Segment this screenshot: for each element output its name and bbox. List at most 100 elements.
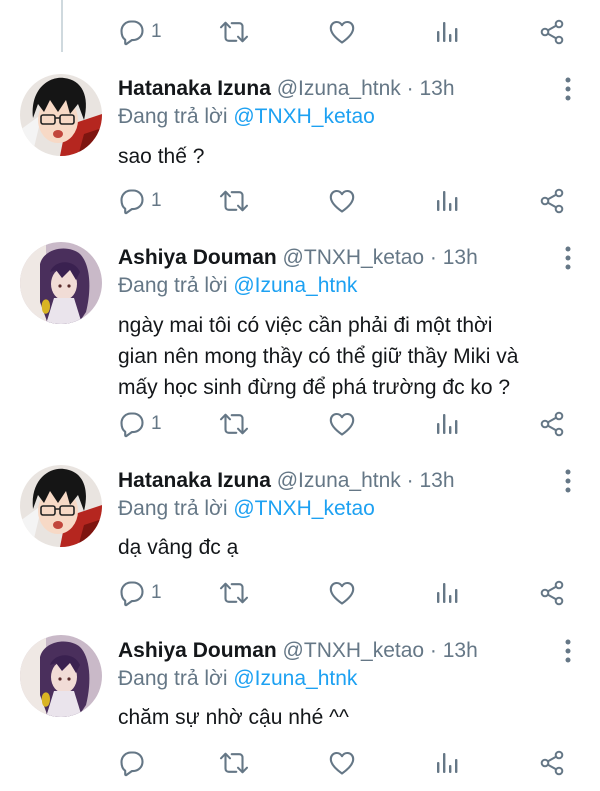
- share-button[interactable]: [538, 746, 566, 780]
- retweet-icon: [218, 187, 250, 215]
- analytics-icon: [433, 579, 461, 607]
- heart-icon: [328, 18, 356, 46]
- heart-icon: [328, 579, 356, 607]
- more-options-button[interactable]: [558, 466, 578, 496]
- mention-link[interactable]: @TNXH_ketao: [233, 497, 375, 520]
- reply-count: 1: [151, 413, 162, 434]
- share-button[interactable]: [538, 15, 566, 49]
- retweet-button[interactable]: [218, 184, 250, 218]
- more-options-button[interactable]: [558, 74, 578, 104]
- avatar[interactable]: [20, 465, 102, 547]
- share-icon: [538, 579, 566, 607]
- reply-icon: [118, 18, 146, 46]
- reply-button[interactable]: 1: [118, 407, 162, 441]
- tweet-text-line: gian nên mong thầy có thể giữ thầy Miki …: [118, 345, 519, 368]
- reply-button[interactable]: 1: [118, 15, 162, 49]
- reply-icon: [118, 187, 146, 215]
- handle-time: @Izuna_htnk · 13h: [276, 469, 455, 492]
- share-button[interactable]: [538, 407, 566, 441]
- retweet-button[interactable]: [218, 15, 250, 49]
- tweet-actions: 1: [0, 576, 600, 610]
- reply-icon: [118, 410, 146, 438]
- more-vertical-icon: [564, 467, 572, 495]
- analytics-button[interactable]: [433, 15, 461, 49]
- display-name[interactable]: Hatanaka Izuna: [118, 469, 271, 492]
- reply-button[interactable]: 1: [118, 184, 162, 218]
- tweet-actions: [0, 746, 600, 780]
- mention-link[interactable]: @Izuna_htnk: [233, 274, 357, 297]
- tweet-actions: 1: [0, 15, 600, 49]
- avatar[interactable]: [20, 242, 102, 324]
- more-vertical-icon: [564, 75, 572, 103]
- reply-count: 1: [151, 190, 162, 211]
- like-button[interactable]: [328, 746, 356, 780]
- tweet-header: Ashiya Douman @TNXH_ketao · 13h: [118, 635, 554, 667]
- analytics-button[interactable]: [433, 184, 461, 218]
- retweet-icon: [218, 18, 250, 46]
- retweet-icon: [218, 749, 250, 777]
- replying-to-label: Đang trả lời: [118, 497, 234, 520]
- retweet-button[interactable]: [218, 407, 250, 441]
- tweet-text-line: ngày mai tôi có việc cần phải đi một thờ…: [118, 314, 493, 337]
- like-button[interactable]: [328, 576, 356, 610]
- display-name[interactable]: Ashiya Douman: [118, 639, 277, 662]
- mention-link[interactable]: @TNXH_ketao: [233, 105, 375, 128]
- tweet-header: Hatanaka Izuna @Izuna_htnk · 13h: [118, 465, 554, 497]
- reply-count: 1: [151, 21, 162, 42]
- share-button[interactable]: [538, 184, 566, 218]
- more-options-button[interactable]: [558, 243, 578, 273]
- share-icon: [538, 187, 566, 215]
- reply-button[interactable]: 1: [118, 576, 162, 610]
- share-icon: [538, 749, 566, 777]
- more-vertical-icon: [564, 244, 572, 272]
- analytics-icon: [433, 410, 461, 438]
- reply-count: 1: [151, 582, 162, 603]
- tweet-header: Ashiya Douman @TNXH_ketao · 13h: [118, 242, 554, 274]
- retweet-icon: [218, 410, 250, 438]
- display-name[interactable]: Hatanaka Izuna: [118, 77, 271, 100]
- handle-time: @TNXH_ketao · 13h: [282, 639, 478, 662]
- reply-button[interactable]: [118, 746, 151, 780]
- like-button[interactable]: [328, 407, 356, 441]
- reply-icon: [118, 579, 146, 607]
- like-button[interactable]: [328, 15, 356, 49]
- tweet-actions: 1: [0, 184, 600, 218]
- handle-time: @Izuna_htnk · 13h: [276, 77, 455, 100]
- replying-to: Đang trả lời @TNXH_ketao: [118, 494, 375, 524]
- analytics-icon: [433, 18, 461, 46]
- reply-icon: [118, 749, 146, 777]
- tweet-text: chăm sự nhờ cậu nhé ^^: [118, 706, 349, 729]
- heart-icon: [328, 749, 356, 777]
- mention-link[interactable]: @Izuna_htnk: [233, 667, 357, 690]
- analytics-icon: [433, 187, 461, 215]
- replying-to: Đang trả lời @Izuna_htnk: [118, 271, 357, 301]
- more-vertical-icon: [564, 637, 572, 665]
- avatar[interactable]: [20, 635, 102, 717]
- replying-to: Đang trả lời @TNXH_ketao: [118, 102, 375, 132]
- replying-to-label: Đang trả lời: [118, 274, 234, 297]
- more-options-button[interactable]: [558, 636, 578, 666]
- heart-icon: [328, 410, 356, 438]
- retweet-button[interactable]: [218, 746, 250, 780]
- tweet-text-line: mấy học sinh đừng để phá trường đc ko ?: [118, 376, 511, 399]
- share-icon: [538, 18, 566, 46]
- analytics-button[interactable]: [433, 746, 461, 780]
- heart-icon: [328, 187, 356, 215]
- replying-to: Đang trả lời @Izuna_htnk: [118, 664, 357, 694]
- share-icon: [538, 410, 566, 438]
- retweet-button[interactable]: [218, 576, 250, 610]
- replying-to-label: Đang trả lời: [118, 105, 234, 128]
- tweet-header: Hatanaka Izuna @Izuna_htnk · 13h: [118, 73, 554, 105]
- tweet-text: dạ vâng đc ạ: [118, 536, 239, 559]
- replying-to-label: Đang trả lời: [118, 667, 234, 690]
- like-button[interactable]: [328, 184, 356, 218]
- tweet-text: sao thế ?: [118, 145, 205, 168]
- analytics-button[interactable]: [433, 576, 461, 610]
- analytics-button[interactable]: [433, 407, 461, 441]
- retweet-icon: [218, 579, 250, 607]
- avatar[interactable]: [20, 74, 102, 156]
- display-name[interactable]: Ashiya Douman: [118, 246, 277, 269]
- share-button[interactable]: [538, 576, 566, 610]
- analytics-icon: [433, 749, 461, 777]
- tweet-text: ngày mai tôi có việc cần phải đi một thờ…: [118, 310, 578, 403]
